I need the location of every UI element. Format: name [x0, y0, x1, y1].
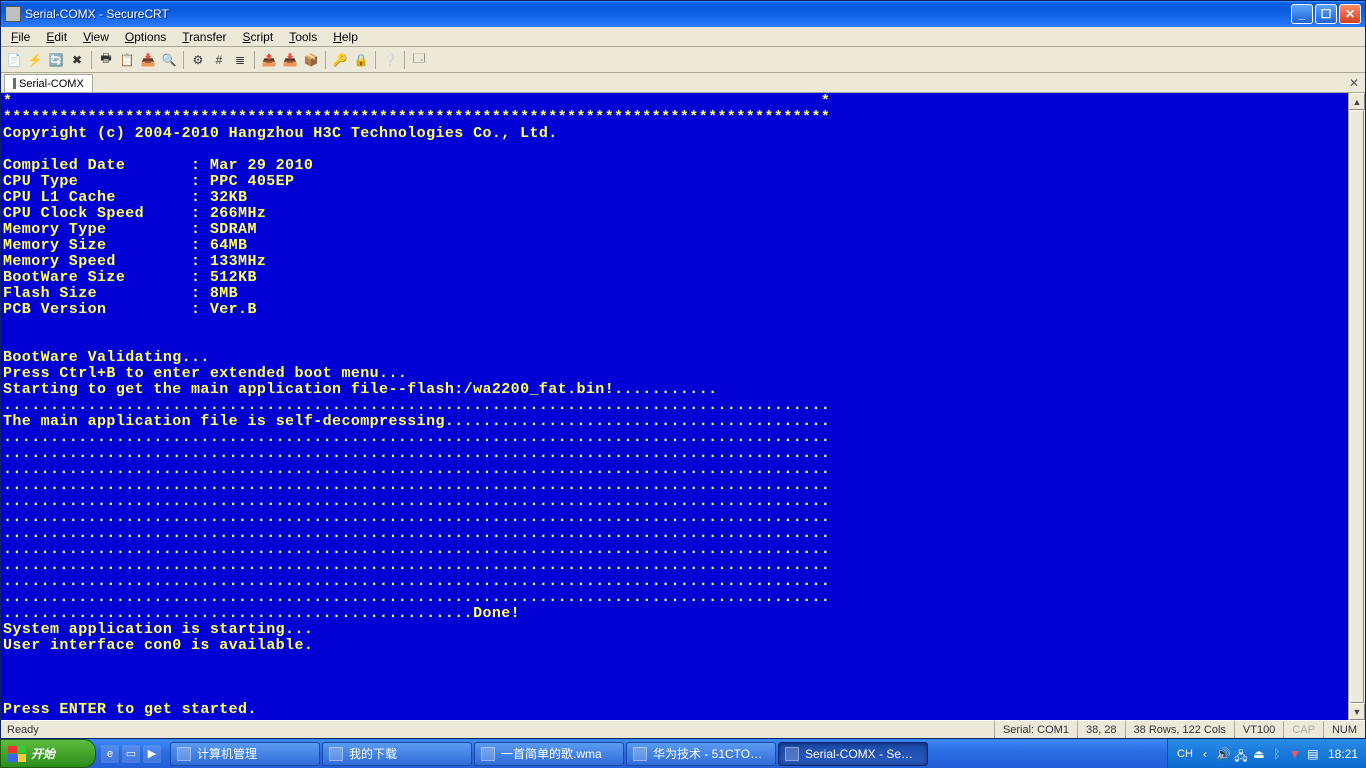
menu-edit[interactable]: Edit: [38, 28, 75, 46]
task-button[interactable]: 我的下载: [322, 742, 472, 766]
help-button[interactable]: ❔: [380, 50, 400, 70]
start-label: 开始: [31, 745, 55, 762]
menu-script[interactable]: Script: [235, 28, 282, 46]
menu-view[interactable]: View: [75, 28, 117, 46]
key-button[interactable]: 🔑: [330, 50, 350, 70]
session-tabstrip: Serial-COMX ✕: [1, 73, 1365, 93]
task-button[interactable]: 华为技术 - 51CTO…: [626, 742, 776, 766]
maximize-button[interactable]: ☐: [1315, 4, 1337, 24]
ql-desktop-icon[interactable]: ▭: [122, 745, 140, 763]
status-ready: Ready: [1, 724, 994, 736]
toolbar: 📄⚡🔄✖🖶📋📥🔍⚙#≣📤📥📦🔑🔒❔🗔: [1, 47, 1365, 73]
minimize-button[interactable]: _: [1291, 4, 1313, 24]
status-size: 38 Rows, 122 Cols: [1125, 721, 1234, 738]
menu-tools[interactable]: Tools: [281, 28, 325, 46]
menu-file[interactable]: File: [3, 28, 38, 46]
task-button[interactable]: 一首简单的歌.wma: [474, 742, 624, 766]
print-button[interactable]: 🖶: [96, 50, 116, 70]
session-status-icon: [13, 78, 16, 89]
quick-launch: e ▭ ▶: [96, 739, 166, 768]
scroll-thumb[interactable]: [1350, 110, 1364, 703]
hex-button[interactable]: #: [209, 50, 229, 70]
task-button[interactable]: Serial-COMX - Se…: [778, 742, 928, 766]
status-port: Serial: COM1: [994, 721, 1077, 738]
ql-media-icon[interactable]: ▶: [143, 745, 161, 763]
taskbar-buttons: 计算机管理 我的下载 一首简单的歌.wma 华为技术 - 51CTO… Serial-C…: [166, 739, 1167, 768]
log-button[interactable]: ≣: [230, 50, 250, 70]
task-app-icon: [633, 747, 647, 761]
lock-button[interactable]: 🔒: [351, 50, 371, 70]
menubar: FileEditViewOptionsTransferScriptToolsHe…: [1, 27, 1365, 47]
task-label: 计算机管理: [197, 745, 257, 762]
tray-bluetooth-icon[interactable]: ᛒ: [1270, 747, 1284, 761]
tray-clock[interactable]: 18:21: [1324, 747, 1358, 761]
tray-network-icon[interactable]: 🖧: [1234, 747, 1248, 761]
xmodem-button[interactable]: 📤: [259, 50, 279, 70]
start-button[interactable]: 开始: [0, 739, 96, 768]
system-tray[interactable]: CH ‹ 🔊 🖧 ⏏ ᛒ ▼ ▤ 18:21: [1167, 739, 1366, 768]
scroll-track[interactable]: [1349, 110, 1365, 703]
task-label: 我的下载: [349, 745, 397, 762]
tray-shield-icon[interactable]: ▼: [1288, 747, 1302, 761]
tray-display-icon[interactable]: ▤: [1306, 747, 1320, 761]
menu-help[interactable]: Help: [325, 28, 366, 46]
windows-flag-icon: [8, 746, 26, 762]
ymodem-button[interactable]: 📥: [280, 50, 300, 70]
task-button[interactable]: 计算机管理: [170, 742, 320, 766]
app-icon: [5, 6, 21, 22]
new-session-button[interactable]: 📄: [4, 50, 24, 70]
session-tab[interactable]: Serial-COMX: [4, 74, 93, 92]
window-titlebar[interactable]: Serial-COMX - SecureCRT _ ☐ ✕: [1, 1, 1365, 27]
securecrt-window: Serial-COMX - SecureCRT _ ☐ ✕ FileEditVi…: [0, 0, 1366, 739]
menu-options[interactable]: Options: [117, 28, 174, 46]
window-title: Serial-COMX - SecureCRT: [25, 7, 1291, 21]
ime-indicator[interactable]: CH: [1176, 748, 1194, 760]
task-label: 华为技术 - 51CTO…: [653, 745, 762, 762]
task-label: 一首简单的歌.wma: [501, 745, 602, 762]
status-emu: VT100: [1234, 721, 1283, 738]
status-caps: CAP: [1283, 721, 1323, 738]
session-tab-label: Serial-COMX: [19, 78, 84, 90]
properties-button[interactable]: ⚙: [188, 50, 208, 70]
scroll-up-button[interactable]: ▲: [1349, 93, 1365, 110]
task-app-icon: [177, 747, 191, 761]
terminal-output[interactable]: * * ************************************…: [1, 93, 1348, 720]
disconnect-button[interactable]: ✖: [67, 50, 87, 70]
find-button[interactable]: 🔍: [159, 50, 179, 70]
copy-button[interactable]: 📋: [117, 50, 137, 70]
status-num: NUM: [1323, 721, 1365, 738]
paste-button[interactable]: 📥: [138, 50, 158, 70]
tray-safely-remove-icon[interactable]: ⏏: [1252, 747, 1266, 761]
vertical-scrollbar[interactable]: ▲ ▼: [1348, 93, 1365, 720]
zmodem-button[interactable]: 📦: [301, 50, 321, 70]
task-app-icon: [329, 747, 343, 761]
tray-volume-icon[interactable]: 🔊: [1216, 747, 1230, 761]
options-button[interactable]: 🗔: [409, 50, 429, 70]
windows-taskbar: 开始 e ▭ ▶ 计算机管理 我的下载 一首简单的歌.wma 华为技术 - 51CTO…: [0, 739, 1366, 768]
tray-chevron-icon[interactable]: ‹: [1198, 747, 1212, 761]
task-app-icon: [785, 747, 799, 761]
reconnect-button[interactable]: 🔄: [46, 50, 66, 70]
menu-transfer[interactable]: Transfer: [174, 28, 234, 46]
terminal-wrap: * * ************************************…: [1, 93, 1365, 720]
task-label: Serial-COMX - Se…: [805, 747, 913, 761]
scroll-down-button[interactable]: ▼: [1349, 703, 1365, 720]
ql-ie-icon[interactable]: e: [101, 745, 119, 763]
quick-connect-button[interactable]: ⚡: [25, 50, 45, 70]
statusbar: Ready Serial: COM1 38, 28 38 Rows, 122 C…: [1, 720, 1365, 738]
status-cursor: 38, 28: [1077, 721, 1125, 738]
close-button[interactable]: ✕: [1339, 4, 1361, 24]
task-app-icon: [481, 747, 495, 761]
close-tab-button[interactable]: ✕: [1346, 76, 1362, 92]
